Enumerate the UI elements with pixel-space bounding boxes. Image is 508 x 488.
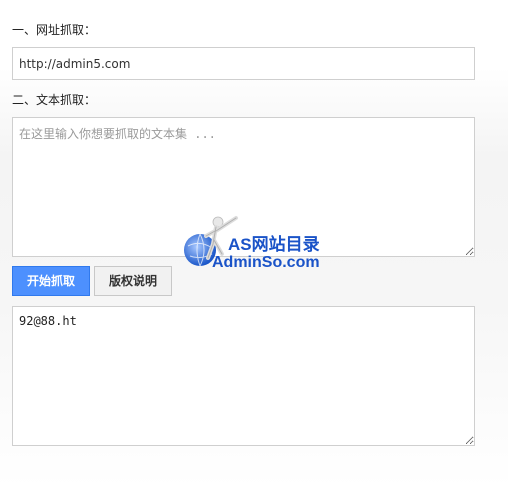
copyright-button[interactable]: 版权说明 [94, 266, 172, 296]
text-input-area[interactable] [12, 117, 475, 257]
url-section-label: 一、网址抓取： [12, 23, 97, 37]
url-input[interactable] [12, 47, 475, 80]
text-section-label: 二、文本抓取： [12, 93, 97, 107]
result-area[interactable]: 92@88.ht [12, 306, 475, 446]
start-fetch-button[interactable]: 开始抓取 [12, 266, 90, 296]
